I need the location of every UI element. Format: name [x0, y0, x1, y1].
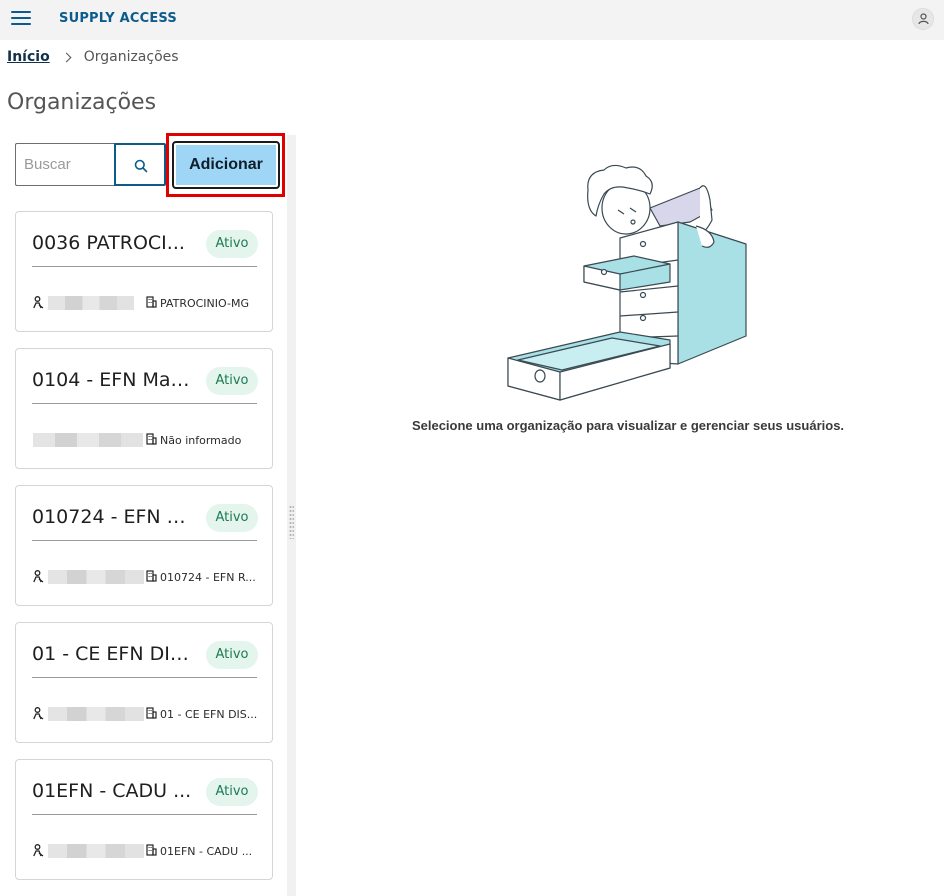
- organization-card[interactable]: 01 - CE EFN DIS... Ativo 01 - CE EFN DIS…: [15, 622, 273, 743]
- card-divider: [32, 266, 257, 267]
- person-icon: [33, 707, 44, 720]
- search-icon: [134, 159, 148, 173]
- search-button[interactable]: [114, 143, 166, 186]
- organization-location: PATROCINIO-MG: [160, 297, 249, 310]
- app-title: SUPPLY ACCESS: [59, 11, 177, 26]
- hamburger-menu-icon[interactable]: [11, 9, 31, 27]
- organization-card[interactable]: 010724 - EFN R... Ativo 010724 - EFN R..…: [15, 485, 273, 606]
- page-title: Organizações: [7, 90, 157, 115]
- status-badge: Ativo: [206, 641, 258, 669]
- redacted-value: [33, 433, 143, 447]
- top-bar: SUPPLY ACCESS: [0, 0, 944, 40]
- card-divider: [32, 814, 257, 815]
- card-divider: [32, 540, 257, 541]
- search-input[interactable]: [15, 143, 114, 186]
- status-badge: Ativo: [206, 367, 258, 395]
- organization-card[interactable]: 0104 - EFN Man... Ativo Não informado: [15, 348, 273, 469]
- organization-card[interactable]: 0036 PATROCI... Ativo PATROCINIO-MG: [15, 211, 273, 332]
- user-icon[interactable]: [912, 8, 934, 30]
- add-button[interactable]: Adicionar: [172, 141, 280, 189]
- chevron-right-icon: [61, 52, 72, 62]
- organization-title: 0104 - EFN Man...: [32, 369, 192, 391]
- breadcrumb-current: Organizações: [83, 49, 179, 65]
- status-badge: Ativo: [206, 230, 258, 258]
- organization-title: 01EFN - CADU ...: [32, 780, 192, 802]
- building-icon: [146, 433, 157, 445]
- organization-title: 010724 - EFN R...: [32, 506, 192, 528]
- card-divider: [32, 403, 257, 404]
- card-divider: [32, 677, 257, 678]
- building-icon: [146, 707, 157, 719]
- organization-location: 01EFN - CADU ...: [160, 845, 253, 858]
- organization-title: 0036 PATROCI...: [32, 232, 185, 254]
- building-icon: [146, 844, 157, 856]
- organization-title: 01 - CE EFN DIS...: [32, 643, 192, 665]
- empty-state-message: Selecione uma organização para visualiza…: [411, 418, 845, 433]
- resize-handle[interactable]: [289, 505, 294, 539]
- user-glyph: [918, 13, 929, 25]
- status-badge: Ativo: [206, 778, 258, 806]
- person-icon: [33, 296, 44, 309]
- organization-card[interactable]: 01EFN - CADU ... Ativo 01EFN - CADU ...: [15, 759, 273, 880]
- status-badge: Ativo: [206, 504, 258, 532]
- filing-cabinet-illustration: [507, 164, 747, 401]
- organization-location: Não informado: [160, 434, 242, 447]
- redacted-value: [48, 707, 144, 721]
- person-icon: [33, 570, 44, 583]
- person-icon: [33, 844, 44, 857]
- breadcrumb-home-link[interactable]: Início: [7, 49, 50, 65]
- breadcrumb: Início Organizações: [7, 48, 179, 66]
- redacted-value: [48, 296, 134, 310]
- redacted-value: [48, 570, 144, 584]
- redacted-value: [48, 844, 144, 858]
- building-icon: [146, 570, 157, 582]
- building-icon: [146, 296, 157, 308]
- organization-location: 010724 - EFN R...: [160, 571, 256, 584]
- organization-location: 01 - CE EFN DIS...: [160, 708, 258, 721]
